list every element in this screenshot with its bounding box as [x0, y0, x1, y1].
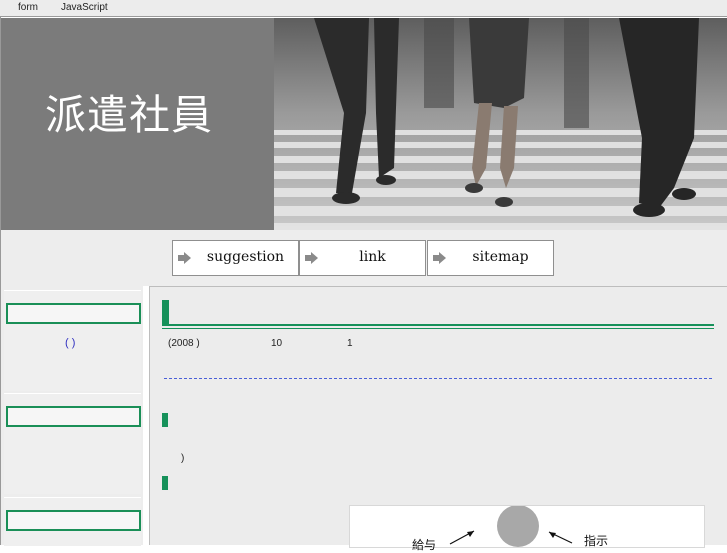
- nav-suggestion-label: suggestion: [206, 249, 285, 265]
- nav-sitemap-label: sitemap: [472, 249, 529, 265]
- arrow-right-icon: [433, 252, 446, 264]
- post-month: 10: [271, 338, 283, 349]
- sidebar-box-title: [6, 303, 141, 324]
- dashed-divider: [164, 378, 712, 379]
- sidebar: ( ): [1, 286, 143, 546]
- diagram-label-right: 指示: [584, 534, 609, 548]
- arrow-right-icon: [178, 252, 191, 264]
- form-link[interactable]: form: [18, 2, 38, 13]
- main-content: (2008 ) 10 1 ) 給与 指示: [149, 286, 727, 552]
- heading-marker: [162, 300, 169, 326]
- sidebar-box-3: [4, 497, 141, 546]
- top-menu-bar: form JavaScript: [0, 0, 727, 17]
- sidebar-box-1: ( ): [4, 290, 141, 391]
- sidebar-box-title: [6, 406, 141, 427]
- sidebar-link[interactable]: ( ): [65, 337, 75, 349]
- paren-text: ): [181, 453, 185, 464]
- nav-link-button[interactable]: link: [299, 240, 426, 276]
- relationship-diagram: 給与 指示: [349, 505, 705, 552]
- nav-suggestion-button[interactable]: suggestion: [172, 240, 299, 276]
- heading-underline-thin: [162, 328, 714, 329]
- header-photo: [274, 18, 727, 230]
- section-marker: [162, 413, 168, 427]
- sidebar-box-title: [6, 510, 141, 531]
- nav-sitemap-button[interactable]: sitemap: [427, 240, 554, 276]
- post-day: 1: [347, 338, 353, 349]
- arrow-right-icon: [305, 252, 318, 264]
- heading-underline: [162, 324, 714, 326]
- site-header: 派遣社員: [1, 18, 727, 230]
- post-year: (2008 ): [168, 338, 200, 349]
- site-title: 派遣社員: [45, 91, 213, 139]
- sidebar-box-2: [4, 393, 141, 494]
- nav-link-label: link: [359, 249, 386, 265]
- section-marker: [162, 476, 168, 490]
- javascript-link[interactable]: JavaScript: [61, 2, 108, 13]
